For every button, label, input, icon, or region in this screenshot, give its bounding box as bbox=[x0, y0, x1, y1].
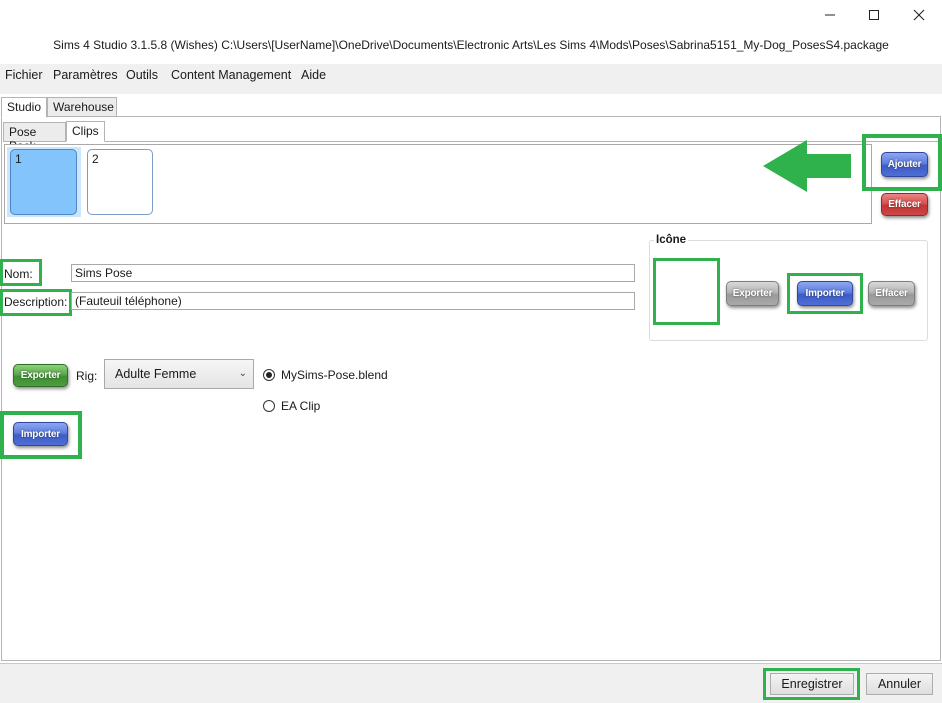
rig-select-value: Adulte Femme bbox=[115, 367, 197, 381]
clip-item-1[interactable]: 1 bbox=[10, 149, 77, 215]
menu-outils[interactable]: Outils bbox=[126, 68, 158, 82]
save-button[interactable]: Enregistrer bbox=[770, 673, 854, 695]
tab-pose-pack[interactable]: Pose Pack bbox=[3, 122, 66, 153]
icon-preview bbox=[653, 258, 720, 325]
radio-blend[interactable] bbox=[263, 369, 275, 381]
clip-item-2[interactable]: 2 bbox=[87, 149, 153, 215]
menu-aide[interactable]: Aide bbox=[301, 68, 326, 82]
radio-ea-clip[interactable] bbox=[263, 400, 275, 412]
name-input[interactable] bbox=[71, 264, 635, 282]
description-input[interactable] bbox=[71, 292, 635, 310]
maximize-button[interactable] bbox=[851, 4, 897, 26]
close-button[interactable] bbox=[896, 4, 942, 26]
minimize-button[interactable] bbox=[807, 4, 853, 26]
tab-warehouse[interactable]: Warehouse bbox=[47, 97, 117, 117]
tab-clips[interactable]: Clips bbox=[66, 121, 105, 142]
radio-ea-clip-label: EA Clip bbox=[281, 399, 321, 413]
tab-studio[interactable]: Studio bbox=[1, 97, 47, 118]
close-icon bbox=[913, 9, 925, 21]
icon-group-title: Icône bbox=[654, 234, 689, 246]
arrow-left-icon bbox=[763, 140, 851, 192]
menu-content-management[interactable]: Content Management bbox=[171, 68, 291, 82]
name-label: Nom: bbox=[4, 267, 33, 281]
tab-divider bbox=[1, 116, 941, 117]
rig-label: Rig: bbox=[76, 369, 98, 383]
minimize-icon bbox=[825, 14, 835, 16]
delete-clip-button[interactable]: Effacer bbox=[881, 193, 928, 216]
import-icon-button[interactable]: Importer bbox=[797, 281, 853, 306]
description-label: Description: bbox=[4, 295, 68, 309]
radio-blend-label: MySims-Pose.blend bbox=[281, 368, 388, 382]
window-title: Sims 4 Studio 3.1.5.8 (Wishes) C:\Users\… bbox=[53, 38, 889, 52]
rig-select[interactable]: Adulte Femme ⌄ bbox=[104, 359, 254, 389]
export-icon-button[interactable]: Exporter bbox=[726, 281, 779, 306]
export-animation-button[interactable]: Exporter bbox=[13, 364, 68, 387]
cancel-button[interactable]: Annuler bbox=[866, 673, 933, 695]
delete-icon-button[interactable]: Effacer bbox=[868, 281, 915, 306]
maximize-icon bbox=[869, 10, 879, 20]
menu-fichier[interactable]: Fichier bbox=[5, 68, 43, 82]
import-animation-button[interactable]: Importer bbox=[13, 422, 68, 446]
menu-parametres[interactable]: Paramètres bbox=[53, 68, 118, 82]
chevron-down-icon: ⌄ bbox=[238, 368, 247, 379]
add-clip-button[interactable]: Ajouter bbox=[881, 152, 928, 177]
